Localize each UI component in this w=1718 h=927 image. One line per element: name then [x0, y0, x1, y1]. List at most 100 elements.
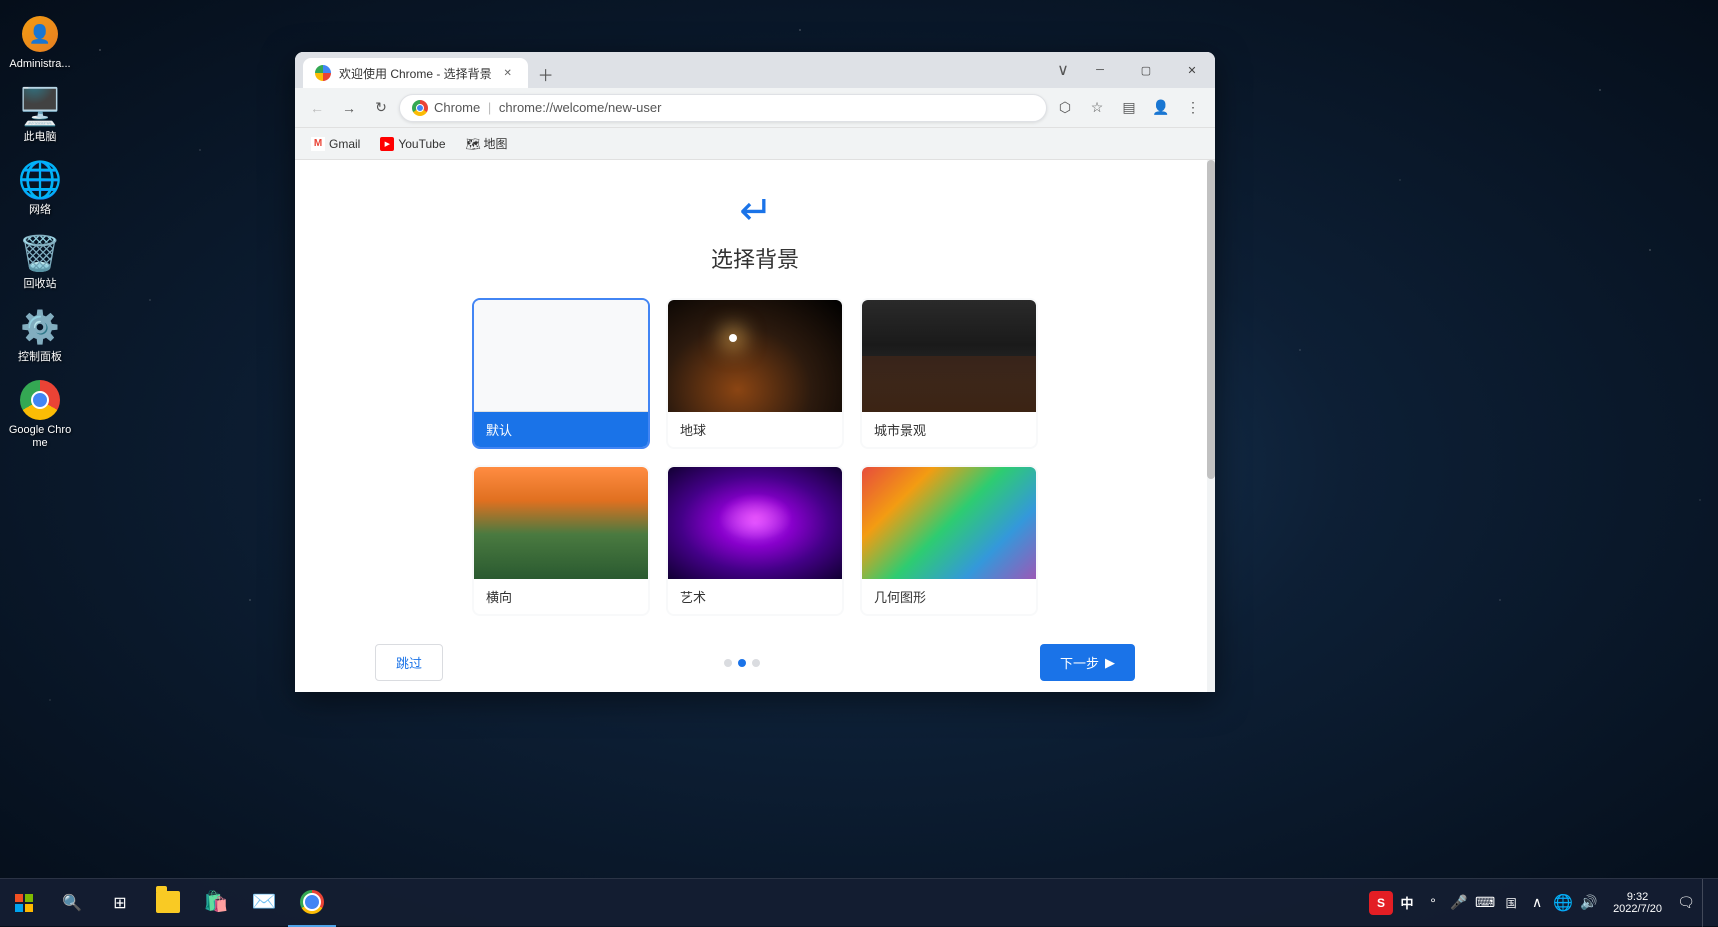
- forward-button[interactable]: →: [335, 94, 363, 122]
- next-button[interactable]: 下一步 ▶: [1040, 644, 1135, 681]
- mic-icon[interactable]: 🎤: [1447, 891, 1471, 915]
- desktop-icon-network[interactable]: 🌐 网络: [4, 156, 76, 221]
- taskbar-time: 9:32: [1627, 891, 1648, 903]
- volume-icon[interactable]: 🔊: [1577, 891, 1601, 915]
- control-panel-label: 控制面板: [18, 351, 62, 364]
- chrome-desktop-icon: [20, 380, 60, 420]
- this-pc-icon: 🖥️: [20, 87, 60, 127]
- admin-icon: 👤: [20, 14, 60, 54]
- chrome-maximize-button[interactable]: ▢: [1123, 52, 1169, 88]
- address-bar-text: Chrome | chrome://welcome/new-user: [434, 100, 1034, 115]
- menu-button[interactable]: ⋮: [1179, 94, 1207, 122]
- landscape-label: 横向: [474, 579, 648, 614]
- start-button[interactable]: [0, 879, 48, 927]
- desktop-icon-this-pc[interactable]: 🖥️ 此电脑: [4, 83, 76, 148]
- page-title: 选择背景: [711, 242, 799, 274]
- chrome-tab-scroll-button[interactable]: ∨: [1051, 56, 1075, 84]
- taskbar-app-chrome[interactable]: [288, 879, 336, 927]
- ime-extra-icon[interactable]: 国: [1499, 891, 1523, 915]
- address-bar[interactable]: Chrome | chrome://welcome/new-user: [399, 94, 1047, 122]
- gmail-favicon: M: [311, 137, 325, 151]
- cast-button[interactable]: ⬡: [1051, 94, 1079, 122]
- bookmarks-bar: M Gmail YouTube 🗺 地图: [295, 128, 1215, 160]
- page-dots: [724, 659, 760, 667]
- bookmark-gmail-label: Gmail: [329, 137, 360, 151]
- art-label-container: 艺术: [668, 579, 842, 614]
- geo-thumbnail: [862, 467, 1036, 579]
- taskbar-search-button[interactable]: 🔍: [48, 879, 96, 927]
- show-desktop-button[interactable]: [1702, 879, 1710, 927]
- chrome-tab-active[interactable]: 欢迎使用 Chrome - 选择背景 ✕: [303, 58, 528, 88]
- chrome-logo-text: ↵: [739, 188, 771, 234]
- chrome-new-tab-button[interactable]: ＋: [532, 60, 560, 88]
- desktop-icon-chrome[interactable]: Google Chrome: [4, 376, 76, 454]
- bg-card-city[interactable]: 城市景观: [860, 298, 1038, 449]
- this-pc-label: 此电脑: [24, 131, 57, 144]
- art-label: 艺术: [668, 579, 842, 614]
- chrome-titlebar: 欢迎使用 Chrome - 选择背景 ✕ ＋ ∨ ─ ▢ ✕: [295, 52, 1215, 88]
- bg-card-default[interactable]: 默认: [472, 298, 650, 449]
- windows-logo-icon: [15, 894, 33, 912]
- bg-card-earth[interactable]: 地球: [666, 298, 844, 449]
- reload-button[interactable]: ↻: [367, 94, 395, 122]
- control-panel-icon: ⚙️: [20, 307, 60, 347]
- chrome-toolbar: ← → ↻ Chrome | chrome://welcome/new-user…: [295, 88, 1215, 128]
- next-button-label: 下一步: [1060, 653, 1099, 672]
- profile-button[interactable]: 👤: [1147, 94, 1175, 122]
- dot-3[interactable]: [752, 659, 760, 667]
- taskbar-app-mail[interactable]: ✉️: [240, 879, 288, 927]
- chrome-scrollbar-thumb: [1207, 160, 1215, 479]
- welcome-page: ↵ 选择背景 默认 地球: [295, 160, 1215, 692]
- ime-icon[interactable]: 中: [1395, 891, 1419, 915]
- bookmark-button[interactable]: ☆: [1083, 94, 1111, 122]
- bg-card-geo[interactable]: 几何图形: [860, 465, 1038, 616]
- punctuation-icon[interactable]: °: [1421, 891, 1445, 915]
- chrome-minimize-button[interactable]: ─: [1077, 52, 1123, 88]
- chrome-content-area: ↵ 选择背景 默认 地球: [295, 160, 1215, 692]
- chrome-window: 欢迎使用 Chrome - 选择背景 ✕ ＋ ∨ ─ ▢ ✕ ← → ↻ Chr…: [295, 52, 1215, 692]
- earth-label-container: 地球: [668, 412, 842, 447]
- bg-card-art[interactable]: 艺术: [666, 465, 844, 616]
- dot-1: [724, 659, 732, 667]
- next-arrow-icon: ▶: [1105, 655, 1115, 671]
- taskbar-left: 🔍 ⊞ 🛍️ ✉️: [0, 879, 336, 927]
- sidebar-button[interactable]: ▤: [1115, 94, 1143, 122]
- bg-card-landscape[interactable]: 横向: [472, 465, 650, 616]
- dot-2[interactable]: [738, 659, 746, 667]
- notification-button[interactable]: 🗨: [1674, 891, 1698, 915]
- default-card-label: 默认: [474, 412, 648, 447]
- bookmark-maps[interactable]: 🗺 地图: [458, 131, 516, 156]
- chrome-close-button[interactable]: ✕: [1169, 52, 1215, 88]
- backgrounds-grid: 默认 地球 城市景观: [472, 298, 1038, 616]
- network-label: 网络: [29, 204, 51, 217]
- welcome-bottom-controls: 跳过 下一步 ▶: [335, 644, 1175, 681]
- bookmark-youtube-label: YouTube: [398, 137, 445, 151]
- earth-label: 地球: [668, 412, 842, 447]
- chrome-tab-close-button[interactable]: ✕: [500, 65, 516, 81]
- network-icon: 🌐: [20, 160, 60, 200]
- admin-label: Administra...: [9, 58, 70, 71]
- taskbar-app-store[interactable]: 🛍️: [192, 879, 240, 927]
- task-view-button[interactable]: ⊞: [96, 879, 144, 927]
- taskbar-app-file-explorer[interactable]: [144, 879, 192, 927]
- taskbar-right: S 中 ° 🎤 ⌨ 国 ∧ 🌐 🔊 9:32 2022/7/20 🗨: [1369, 879, 1718, 927]
- desktop-icon-recycle[interactable]: 🗑️ 回收站: [4, 230, 76, 295]
- taskbar-clock[interactable]: 9:32 2022/7/20: [1605, 891, 1670, 915]
- art-thumbnail: [668, 467, 842, 579]
- skip-button[interactable]: 跳过: [375, 644, 443, 681]
- chrome-scrollbar[interactable]: [1207, 160, 1215, 692]
- recycle-label: 回收站: [24, 278, 57, 291]
- network-tray-icon[interactable]: 🌐: [1551, 891, 1575, 915]
- keyboard-icon[interactable]: ⌨: [1473, 891, 1497, 915]
- show-hidden-icons-button[interactable]: ∧: [1525, 891, 1549, 915]
- back-button[interactable]: ←: [303, 94, 331, 122]
- bookmark-gmail[interactable]: M Gmail: [303, 133, 368, 155]
- desktop-icon-control-panel[interactable]: ⚙️ 控制面板: [4, 303, 76, 368]
- address-bar-chrome-icon: [412, 100, 428, 116]
- sougou-icon[interactable]: S: [1369, 891, 1393, 915]
- taskbar-date: 2022/7/20: [1613, 903, 1662, 915]
- taskbar-chrome-icon: [300, 890, 324, 914]
- maps-favicon: 🗺: [466, 137, 480, 151]
- bookmark-youtube[interactable]: YouTube: [372, 133, 453, 155]
- desktop-icon-admin[interactable]: 👤 Administra...: [4, 10, 76, 75]
